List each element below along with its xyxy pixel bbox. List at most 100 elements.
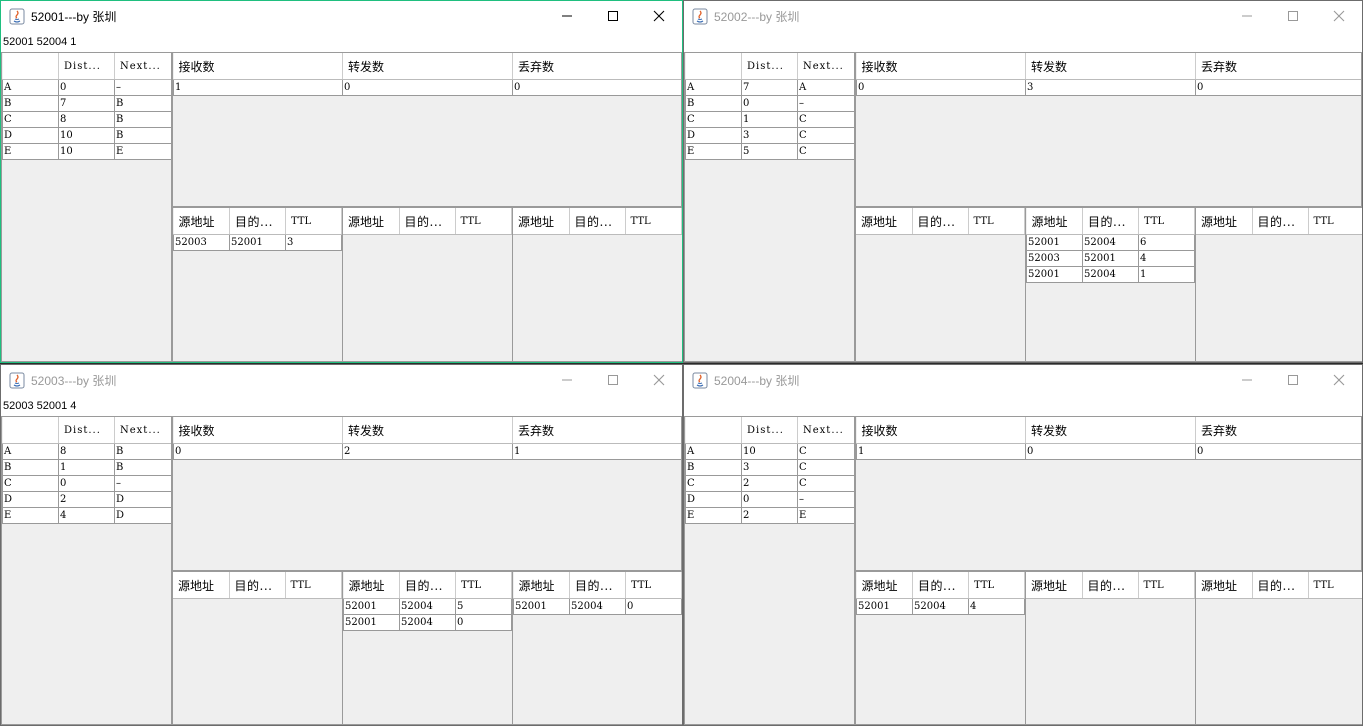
stats-panel[interactable]: 接收数 转发数 丢弃数 0 3 0 xyxy=(855,52,1362,207)
packet-col-header[interactable]: 源地址 xyxy=(173,208,230,235)
route-cell[interactable]: B xyxy=(114,111,171,128)
stats-panel[interactable]: 接收数 转发数 丢弃数 1 0 0 xyxy=(172,52,682,207)
stats-cell[interactable]: 0 xyxy=(342,79,513,96)
stats-col-header[interactable]: 丢弃数 xyxy=(1195,53,1361,80)
route-col-header[interactable]: Next... xyxy=(797,417,854,444)
minimize-button[interactable] xyxy=(1224,1,1270,31)
route-cell[interactable]: B xyxy=(114,95,171,112)
title-bar[interactable]: 52003---by 张圳 xyxy=(1,365,682,396)
packet-col-header[interactable]: TTL xyxy=(455,572,512,599)
window-52001[interactable]: 52001---by 张圳 52001 52004 1 Dist... Next...… xyxy=(0,0,683,363)
route-cell[interactable]: 3 xyxy=(741,459,798,476)
packet-cell[interactable]: 52004 xyxy=(1082,234,1139,251)
packet-col-header[interactable]: TTL xyxy=(1308,208,1362,235)
packet-col-header[interactable]: 源地址 xyxy=(513,208,570,235)
packet-cell[interactable]: 0 xyxy=(625,598,682,615)
packet-cell[interactable]: 52004 xyxy=(912,598,969,615)
packet-table[interactable]: 源地址 目的... TTL xyxy=(856,208,1025,235)
stats-col-header[interactable]: 接收数 xyxy=(173,53,343,80)
close-button[interactable] xyxy=(1316,1,1362,31)
stats-row[interactable]: 100 xyxy=(856,443,1361,460)
close-button[interactable] xyxy=(1316,365,1362,395)
packet-row[interactable]: 52001 52004 0 xyxy=(513,598,682,615)
route-row[interactable]: B1B xyxy=(2,459,171,476)
route-cell[interactable]: C xyxy=(685,111,742,128)
stats-col-header[interactable]: 丢弃数 xyxy=(512,417,681,444)
route-cell[interactable]: 10 xyxy=(741,443,798,460)
packet-col-header[interactable]: 目的... xyxy=(399,208,456,235)
stats-cell[interactable]: 0 xyxy=(856,79,1026,96)
packet-col-header[interactable]: 源地址 xyxy=(856,208,913,235)
route-cell[interactable]: – xyxy=(797,95,854,112)
route-cell[interactable]: 0 xyxy=(58,475,115,492)
packet-cell[interactable]: 52001 xyxy=(513,598,570,615)
packet-queue-panel-3[interactable]: 源地址 目的... TTL xyxy=(1195,571,1362,725)
packet-queue-panel-3[interactable]: 源地址 目的... TTL xyxy=(1195,207,1362,362)
route-col-header[interactable]: Dist... xyxy=(58,417,115,444)
packet-col-header[interactable]: 目的... xyxy=(229,572,286,599)
packet-col-header[interactable]: 目的... xyxy=(569,208,626,235)
packet-table[interactable]: 源地址 目的... TTL xyxy=(1196,208,1362,235)
route-cell[interactable]: 1 xyxy=(741,111,798,128)
stats-table[interactable]: 接收数 转发数 丢弃数 1 0 0 xyxy=(173,53,681,96)
packet-col-header[interactable]: 目的... xyxy=(399,572,456,599)
route-row[interactable]: C8B xyxy=(2,111,171,128)
title-bar[interactable]: 52001---by 张圳 xyxy=(1,1,682,32)
packet-cell[interactable]: 5 xyxy=(455,598,512,615)
packet-queue-panel-1[interactable]: 源地址 目的... TTL 52001 52004 4 xyxy=(855,571,1026,725)
stats-panel[interactable]: 接收数 转发数 丢弃数 0 2 1 xyxy=(172,416,682,571)
route-col-header[interactable]: Dist... xyxy=(741,417,798,444)
route-cell[interactable]: B xyxy=(114,127,171,144)
packet-cell[interactable]: 52004 xyxy=(399,614,456,631)
route-cell[interactable]: C xyxy=(2,475,59,492)
route-cell[interactable]: B xyxy=(2,459,59,476)
stats-col-header[interactable]: 接收数 xyxy=(856,53,1026,80)
route-cell[interactable]: 2 xyxy=(741,475,798,492)
packet-queue-panel-3[interactable]: 源地址 目的... TTL 52001 52004 0 xyxy=(512,571,682,725)
packet-cell[interactable]: 4 xyxy=(1138,250,1195,267)
stats-col-header[interactable]: 转发数 xyxy=(1025,53,1196,80)
packet-table[interactable]: 源地址 目的... TTL xyxy=(1196,572,1362,599)
packet-queue-panel-2[interactable]: 源地址 目的... TTL 52001 52004 5 52001 52004 0 xyxy=(342,571,513,725)
route-cell[interactable]: 5 xyxy=(741,143,798,160)
packet-cell[interactable]: 0 xyxy=(455,614,512,631)
maximize-button[interactable] xyxy=(590,1,636,31)
window-52002[interactable]: 52002---by 张圳 Dist... Next... A 7 A B 0– C 1 C D 3 C E… xyxy=(683,0,1363,363)
route-col-header[interactable]: Dist... xyxy=(741,53,798,80)
packet-table[interactable]: 源地址 目的... TTL 52003 52001 3 xyxy=(173,208,342,251)
routing-table-panel[interactable]: Dist... Next... A 7 A B 0– C 1 C D 3 C E 5 C xyxy=(684,52,855,362)
route-cell[interactable]: E xyxy=(685,143,742,160)
route-cell[interactable]: 7 xyxy=(741,79,798,96)
packet-col-header[interactable]: TTL xyxy=(1138,208,1195,235)
packet-col-header[interactable]: 源地址 xyxy=(1196,208,1253,235)
route-col-header[interactable]: Dist... xyxy=(58,53,115,80)
route-cell[interactable]: – xyxy=(114,475,171,492)
route-cell[interactable]: D xyxy=(2,491,59,508)
stats-table[interactable]: 接收数 转发数 丢弃数 0 2 1 xyxy=(173,417,681,460)
stats-row[interactable]: 021 xyxy=(173,443,681,460)
route-col-header[interactable] xyxy=(2,53,59,80)
stats-col-header[interactable]: 接收数 xyxy=(856,417,1026,444)
packet-cell[interactable]: 52004 xyxy=(399,598,456,615)
packet-col-header[interactable]: TTL xyxy=(625,572,682,599)
route-col-header[interactable] xyxy=(2,417,59,444)
packet-row[interactable]: 52001 52004 1 xyxy=(1026,266,1195,283)
route-cell[interactable]: A xyxy=(2,79,59,96)
route-cell[interactable]: B xyxy=(685,95,742,112)
packet-queue-panel-1[interactable]: 源地址 目的... TTL 52003 52001 3 xyxy=(172,207,343,362)
route-cell[interactable]: E xyxy=(797,507,854,524)
route-cell[interactable]: 2 xyxy=(741,507,798,524)
minimize-button[interactable] xyxy=(544,365,590,395)
route-row[interactable]: C 0– xyxy=(2,475,171,492)
packet-row[interactable]: 52001 52004 6 xyxy=(1026,234,1195,251)
close-button[interactable] xyxy=(636,365,682,395)
close-button[interactable] xyxy=(636,1,682,31)
route-cell[interactable]: 4 xyxy=(58,507,115,524)
route-row[interactable]: D2D xyxy=(2,491,171,508)
route-cell[interactable]: 0 xyxy=(741,491,798,508)
packet-queue-panel-3[interactable]: 源地址 目的... TTL xyxy=(512,207,682,362)
packet-col-header[interactable]: 源地址 xyxy=(856,572,913,599)
packet-queue-panel-2[interactable]: 源地址 目的... TTL xyxy=(1025,571,1196,725)
packet-col-header[interactable]: 源地址 xyxy=(173,572,230,599)
route-cell[interactable]: E xyxy=(2,507,59,524)
